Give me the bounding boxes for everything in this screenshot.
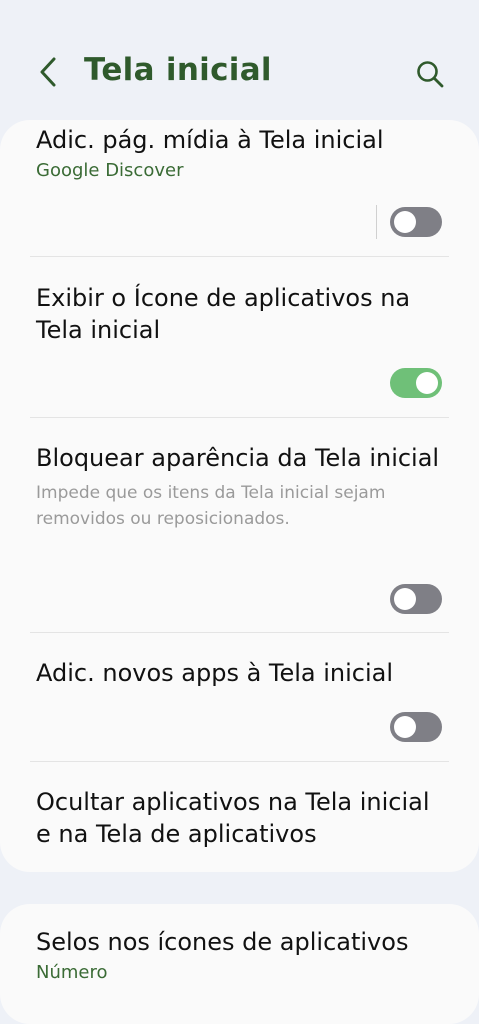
back-arrow-icon bbox=[40, 57, 56, 87]
toggle-knob bbox=[394, 716, 416, 738]
setting-title: Adic. novos apps à Tela inicial bbox=[36, 659, 394, 687]
vertical-separator bbox=[376, 205, 377, 239]
setting-item-hide-apps[interactable]: Ocultar aplicativos na Tela inicial e na… bbox=[36, 786, 446, 850]
setting-item-add-new-apps[interactable]: Adic. novos apps à Tela inicial bbox=[36, 657, 446, 689]
toggle-knob bbox=[394, 211, 416, 233]
page-title: Tela inicial bbox=[84, 52, 272, 88]
setting-title: Ocultar aplicativos na Tela inicial e na… bbox=[36, 788, 430, 848]
setting-title: Bloquear aparência da Tela inicial bbox=[36, 444, 440, 472]
divider bbox=[30, 761, 449, 762]
top-app-bar: Tela inicial bbox=[0, 0, 479, 125]
setting-item-lock-layout[interactable]: Bloquear aparência da Tela inicial Imped… bbox=[36, 442, 446, 532]
badges-card: Selos nos ícones de aplicativos Número bbox=[0, 904, 479, 1024]
divider bbox=[30, 417, 449, 418]
setting-description: Impede que os itens da Tela inicial seja… bbox=[36, 483, 386, 529]
setting-item-app-badges[interactable]: Selos nos ícones de aplicativos Número bbox=[36, 926, 446, 986]
back-button[interactable] bbox=[30, 52, 66, 92]
setting-subtitle: Google Discover bbox=[36, 160, 184, 181]
lock-layout-toggle[interactable] bbox=[390, 584, 442, 614]
search-button[interactable] bbox=[410, 54, 450, 94]
toggle-knob bbox=[416, 372, 438, 394]
add-new-apps-toggle[interactable] bbox=[390, 712, 442, 742]
setting-title: Exibir o Ícone de aplicativos na Tela in… bbox=[36, 284, 411, 344]
apps-icon-toggle[interactable] bbox=[390, 368, 442, 398]
settings-card: Adic. pág. mídia à Tela inicial Google D… bbox=[0, 120, 479, 872]
setting-item-apps-icon[interactable]: Exibir o Ícone de aplicativos na Tela in… bbox=[36, 282, 446, 346]
setting-title: Adic. pág. mídia à Tela inicial bbox=[36, 126, 384, 154]
media-page-toggle[interactable] bbox=[390, 207, 442, 237]
toggle-knob bbox=[394, 588, 416, 610]
setting-title: Selos nos ícones de aplicativos bbox=[36, 928, 409, 956]
divider bbox=[30, 632, 449, 633]
search-icon bbox=[417, 61, 444, 88]
divider bbox=[30, 256, 449, 257]
setting-subtitle: Número bbox=[36, 962, 108, 983]
setting-item-media-page[interactable]: Adic. pág. mídia à Tela inicial Google D… bbox=[36, 124, 446, 184]
